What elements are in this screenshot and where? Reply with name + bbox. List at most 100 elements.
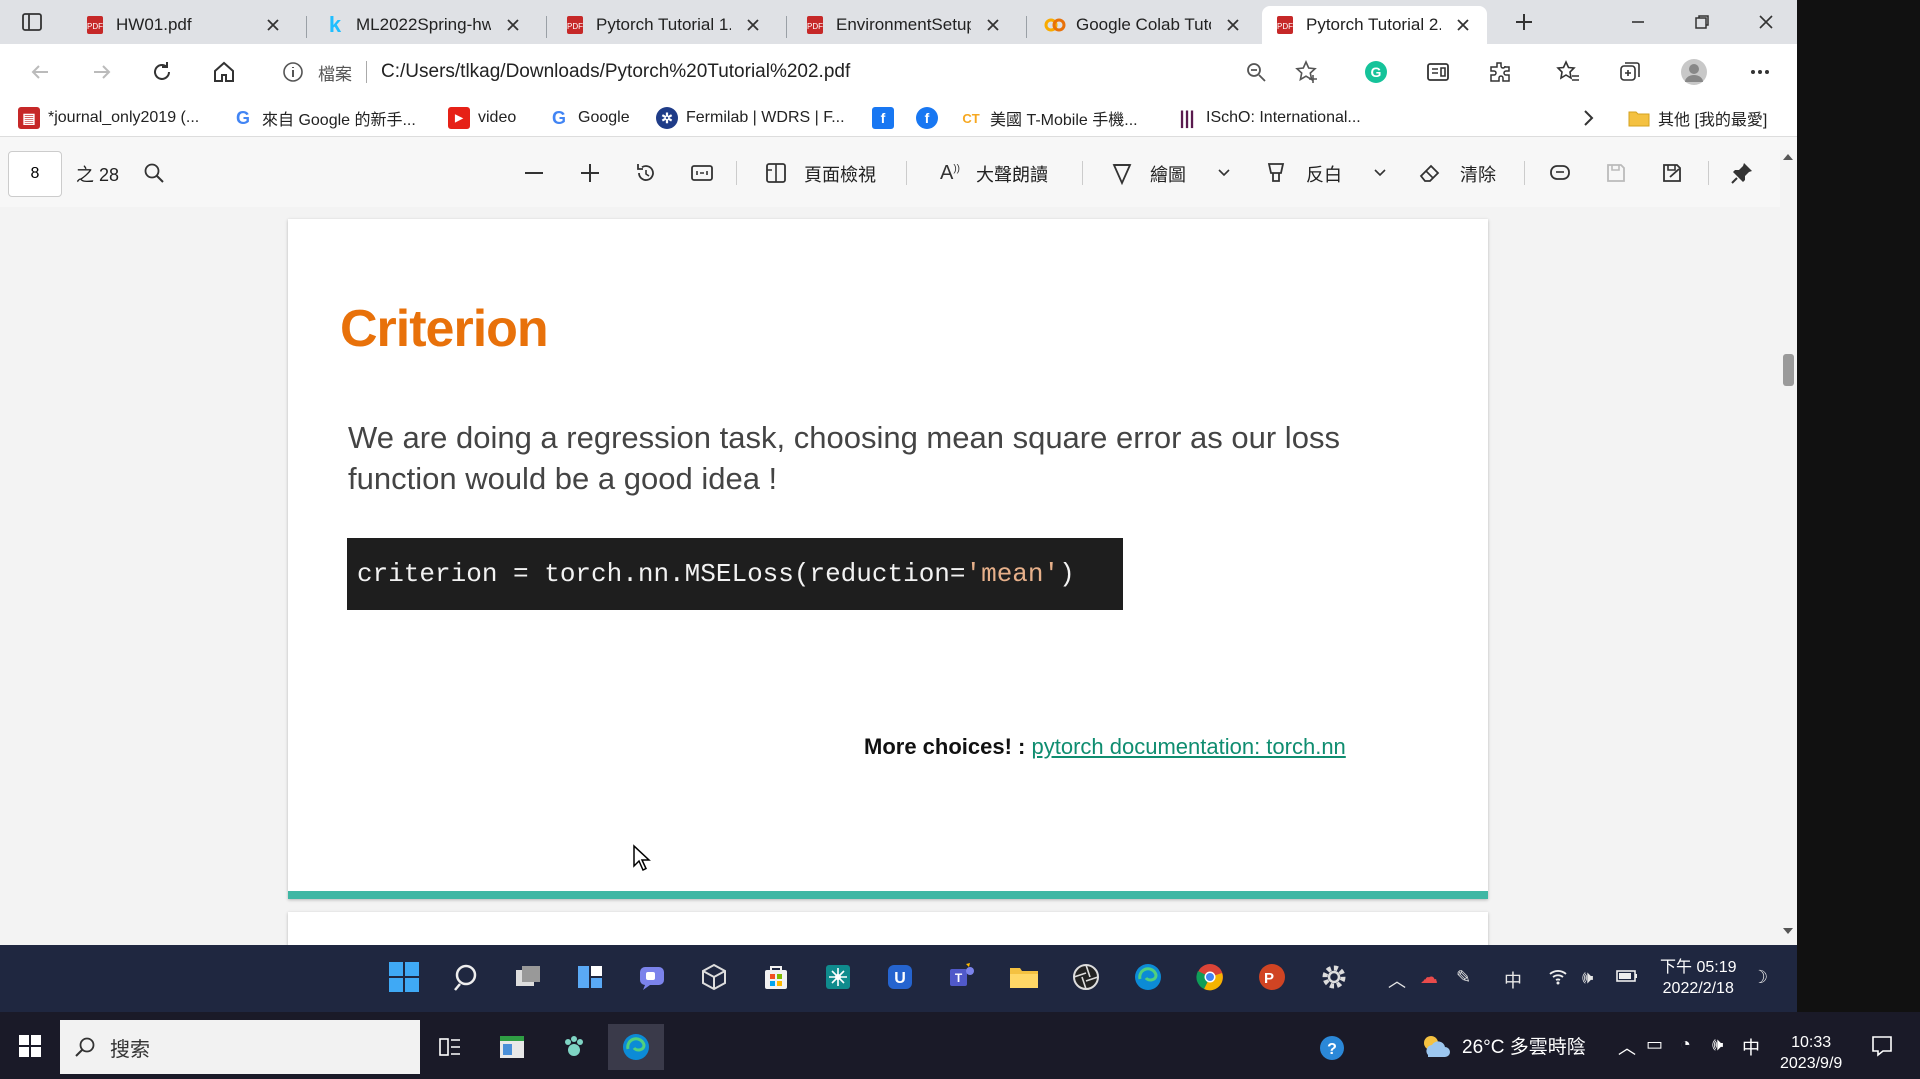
tab-environment-setup[interactable]: PDF EnvironmentSetup [792,6,1017,44]
windows-start-icon[interactable] [384,957,424,997]
help-icon[interactable]: ? [1318,1034,1346,1062]
rotate-icon[interactable] [630,157,662,189]
3d-cube-icon[interactable] [694,957,734,997]
grammarly-icon[interactable]: G [1358,54,1394,90]
tab-hw01[interactable]: PDF HW01.pdf [72,6,297,44]
weather-widget[interactable]: 26°C 多雲時陰 [1420,1032,1586,1059]
paw-app-icon[interactable] [546,1024,602,1070]
home-icon[interactable] [206,54,242,90]
scroll-thumb[interactable] [1783,354,1794,386]
collections-icon[interactable] [1612,54,1648,90]
zoom-icon[interactable] [1245,61,1267,83]
restore-icon[interactable] [1684,4,1720,40]
fit-page-icon[interactable] [686,157,718,189]
extension-reader-icon[interactable] [1420,54,1456,90]
pytorch-docs-link[interactable]: pytorch documentation: torch.nn [1032,734,1346,759]
windows-start-icon[interactable] [0,1012,60,1079]
bookmark-fermilab[interactable]: ✲ Fermilab | WDRS | F... [656,106,845,130]
teams-chat-icon[interactable] [632,957,672,997]
page-number-input[interactable]: 8 [8,151,62,197]
taskbar-search-box[interactable]: 搜索 [60,1020,420,1074]
page-view-icon[interactable] [760,157,792,189]
read-aloud-icon[interactable]: A)) [934,157,966,189]
save-as-icon[interactable] [1656,157,1688,189]
bookmark-tmobile[interactable]: CT 美國 T-Mobile 手機... [960,106,1137,130]
close-window-icon[interactable] [1748,4,1784,40]
bookmarks-overflow-icon[interactable] [1580,106,1596,130]
tab-actions-icon[interactable] [14,4,50,40]
battery-icon[interactable] [1616,967,1638,985]
draw-icon[interactable] [1106,157,1138,189]
highlight-icon[interactable] [1260,157,1292,189]
pdf-document-area[interactable]: Criterion We are doing a regression task… [0,207,1780,1012]
volume-icon[interactable]: 🕪 [1712,1034,1723,1055]
todo-app-icon[interactable]: U [880,957,920,997]
bookmark-google-newbie[interactable]: G 來自 Google 的新手... [232,106,416,130]
page-view-button[interactable]: 頁面檢視 [804,161,876,187]
scroll-up-icon[interactable] [1783,154,1793,160]
search-icon[interactable] [446,957,486,997]
add-favorite-icon[interactable] [1295,60,1319,84]
tray-chevron-icon[interactable]: ︿ [1388,967,1406,993]
profile-avatar-icon[interactable] [1676,54,1712,90]
tab-google-colab[interactable]: Google Colab Tuto [1032,6,1257,44]
battery-icon[interactable]: ▭ [1646,1034,1663,1055]
close-icon[interactable] [501,13,525,37]
tab-ml2022[interactable]: k ML2022Spring-hw [312,6,537,44]
task-view-icon[interactable] [508,957,548,997]
task-view-icon[interactable] [422,1024,478,1070]
zoom-out-icon[interactable] [518,157,550,189]
close-icon[interactable] [981,13,1005,37]
network-icon[interactable]: ◔ [1680,1034,1691,1055]
erase-button[interactable]: 清除 [1460,161,1496,187]
url-field[interactable]: 檔案 C:/Users/tlkag/Downloads/Pytorch%20Tu… [270,52,1335,92]
pen-icon[interactable]: ✎ [1456,967,1471,988]
bookmark-google[interactable]: G Google [548,106,630,130]
search-icon[interactable] [138,157,170,189]
widgets-icon[interactable] [570,957,610,997]
other-favorites[interactable]: 其他 [我的最愛] [1628,106,1767,130]
aperture-app-icon[interactable] [1066,957,1106,997]
draw-button[interactable]: 繪圖 [1150,161,1186,187]
onedrive-error-icon[interactable]: ☁ [1420,967,1438,988]
tray-chevron-icon[interactable]: ︿ [1618,1034,1636,1060]
forward-icon[interactable] [84,54,120,90]
notifications-icon[interactable] [1870,1034,1894,1058]
bookmark-ischo[interactable]: ||| ISchO: International... [1176,106,1360,130]
close-icon[interactable] [261,13,285,37]
eraser-icon[interactable] [1414,157,1446,189]
bookmark-video[interactable]: ▶ video [448,106,516,130]
notifications-moon-icon[interactable]: ☽ [1752,967,1768,988]
refresh-icon[interactable] [144,54,180,90]
ime-indicator[interactable]: 中 [1742,1034,1760,1060]
scroll-down-icon[interactable] [1783,928,1793,934]
comment-icon[interactable] [1544,157,1576,189]
pin-toolbar-icon[interactable] [1726,157,1758,189]
bookmark-journal[interactable]: ▤ *journal_only2019 (... [18,106,199,130]
tab-pytorch-tutorial-1[interactable]: PDF Pytorch Tutorial 1.p [552,6,777,44]
app-window-icon[interactable] [484,1024,540,1070]
more-menu-icon[interactable] [1742,54,1778,90]
tab-pytorch-tutorial-2[interactable]: PDF Pytorch Tutorial 2.p [1262,6,1487,44]
extensions-icon[interactable] [1482,54,1518,90]
wifi-icon[interactable] [1548,967,1568,985]
close-icon[interactable] [741,13,765,37]
bookmark-facebook[interactable]: f [872,106,894,130]
edge-icon[interactable] [608,1024,664,1070]
ime-indicator[interactable]: 中 [1504,967,1522,993]
remote-clock[interactable]: 下午 05:19 2022/2/18 [1660,957,1737,999]
network-app-icon[interactable] [818,957,858,997]
file-explorer-icon[interactable] [1004,957,1044,997]
minimize-icon[interactable] [1620,4,1656,40]
vertical-scrollbar[interactable] [1780,150,1797,1012]
settings-icon[interactable] [1314,957,1354,997]
save-icon[interactable] [1600,157,1632,189]
favorites-icon[interactable] [1550,54,1586,90]
info-icon[interactable] [282,61,304,83]
teams-icon[interactable]: T [942,957,982,997]
store-icon[interactable] [756,957,796,997]
edge-icon[interactable] [1128,957,1168,997]
draw-options-chevron-icon[interactable] [1208,157,1240,189]
powerpoint-icon[interactable]: P [1252,957,1292,997]
chrome-icon[interactable] [1190,957,1230,997]
